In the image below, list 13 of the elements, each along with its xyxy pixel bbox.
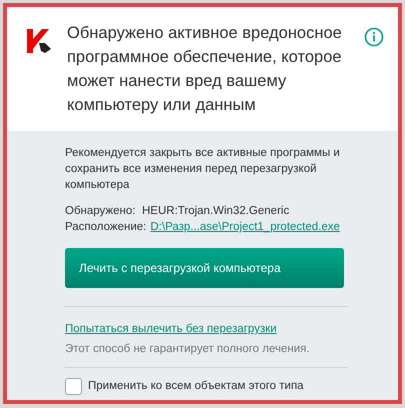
disinfect-restart-button[interactable]: Лечить с перезагрузкой компьютера [65, 248, 344, 288]
detail-label: Обнаружено: [65, 204, 136, 219]
detail-value: HEUR:Trojan.Win32.Generic [142, 204, 290, 219]
recommendation-text: Рекомендуется закрыть все активные программы и сохранить все изменения перед перезагрузкой компьютера [65, 146, 341, 193]
info-icon[interactable] [364, 27, 384, 47]
file-path-link[interactable]: D:\Разр...ase\Project1_protected.exe [150, 219, 340, 235]
checkbox-label: Применить ко всем объектам этого типа [88, 378, 304, 394]
logo-icon [27, 29, 51, 53]
checkbox[interactable] [65, 378, 82, 395]
detail-label: Расположение: [65, 220, 146, 235]
alert-title: Обнаружено активное вредоносное программное обеспечение, которое может нанести вред вашему компьютеру или данным [67, 23, 343, 116]
disinfect-without-restart-link[interactable]: Попытаться вылечить без перезагрузки [65, 321, 277, 338]
warning-note: Этот способ не гарантирует полного лечения. [65, 342, 311, 358]
